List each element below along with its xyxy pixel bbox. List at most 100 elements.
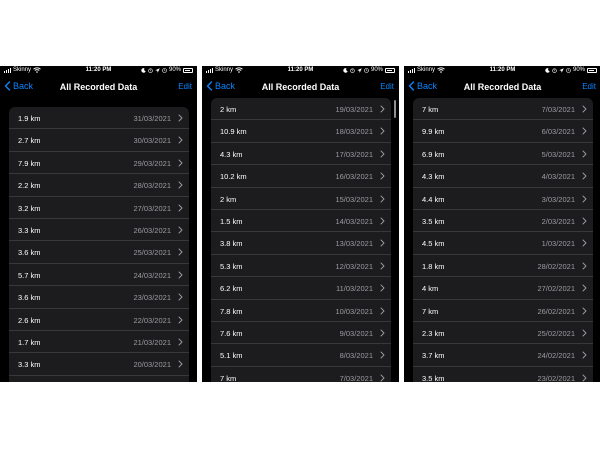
table-row[interactable]: 4 km 27/02/2021 (413, 277, 593, 300)
row-date: 23/03/2021 (133, 293, 171, 303)
chevron-right-icon (380, 127, 385, 135)
row-date: 19/03/2021 (335, 105, 373, 114)
status-bar: Skinny 11:20 PM 90% (202, 66, 399, 76)
battery-icon (587, 67, 597, 73)
chevron-right-icon (582, 307, 587, 314)
row-date: 15/03/2021 (335, 194, 373, 204)
edit-button[interactable]: Edit (178, 82, 192, 91)
table-row[interactable]: 1.5 km 14/03/2021 (211, 210, 391, 233)
table-row[interactable]: 5.3 km 12/03/2021 (211, 255, 391, 278)
moon-icon (343, 67, 348, 73)
table-row[interactable]: 3.8 km 13/03/2021 (211, 232, 391, 255)
edit-button[interactable]: Edit (380, 82, 394, 91)
recorded-data-list: 2 km 19/03/2021 10.9 km 18/03/2021 4.3 k… (211, 98, 391, 382)
table-row[interactable]: 2.6 km 22/03/2021 (9, 309, 189, 331)
row-date: 27/03/2021 (133, 203, 171, 213)
row-date: 16/03/2021 (335, 172, 373, 182)
chevron-right-icon (380, 284, 385, 292)
row-date: 7/03/2021 (339, 373, 373, 382)
row-distance: 5.3 km (220, 261, 243, 271)
chevron-right-icon (380, 374, 385, 382)
table-row[interactable]: 1.7 km 21/03/2021 (9, 331, 189, 354)
table-row[interactable]: 3.2 km 27/03/2021 (9, 197, 189, 219)
row-date: 24/03/2021 (133, 270, 171, 280)
table-row[interactable]: 10.2 km 16/03/2021 (211, 165, 391, 188)
chevron-right-icon (380, 150, 385, 158)
row-distance: 3.6 km (18, 293, 41, 303)
table-row[interactable] (9, 376, 189, 382)
chevron-right-icon (380, 262, 385, 270)
chevron-right-icon (178, 204, 183, 212)
row-distance: 3.5 km (422, 373, 445, 382)
navigation-bar: Back All Recorded Data Edit (0, 76, 197, 98)
row-date: 25/03/2021 (133, 248, 171, 258)
chevron-right-icon (380, 329, 385, 337)
table-row[interactable]: 4.5 km 1/03/2021 (413, 232, 593, 255)
table-row[interactable]: 3.6 km 23/03/2021 (9, 286, 189, 309)
row-distance: 6.9 km (422, 149, 445, 159)
location-icon (357, 67, 362, 73)
row-distance: 4 km (422, 284, 439, 294)
table-row[interactable]: 7 km 7/03/2021 (413, 98, 593, 121)
chevron-right-icon (178, 271, 183, 279)
table-row[interactable]: 10.9 km 18/03/2021 (211, 120, 391, 143)
chevron-right-icon (582, 262, 587, 270)
row-date: 22/03/2021 (133, 315, 171, 325)
chevron-right-icon (582, 195, 587, 203)
table-row[interactable]: 7.6 km 9/03/2021 (211, 322, 391, 345)
moon-icon (141, 67, 146, 73)
status-bar: Skinny 11:20 PM 90% (0, 66, 197, 76)
table-row[interactable]: 2.7 km 30/03/2021 (9, 129, 189, 152)
table-row[interactable]: 7.9 km 29/03/2021 (9, 152, 189, 175)
table-row[interactable]: 3.7 km 24/02/2021 (413, 344, 593, 367)
chevron-right-icon (178, 181, 183, 189)
table-row[interactable]: 2.2 km 28/03/2021 (9, 174, 189, 197)
status-indicators: 90% (545, 67, 597, 73)
edit-button[interactable]: Edit (582, 82, 596, 91)
row-distance: 3.2 km (18, 203, 41, 213)
table-row[interactable]: 6.9 km 5/03/2021 (413, 143, 593, 166)
table-row[interactable]: 3.5 km 23/02/2021 (413, 367, 593, 382)
table-row[interactable]: 7.8 km 10/03/2021 (211, 300, 391, 322)
row-distance: 3.3 km (18, 225, 41, 235)
table-row[interactable]: 3.5 km 2/03/2021 (413, 210, 593, 233)
table-row[interactable]: 3.3 km 20/03/2021 (9, 353, 189, 376)
chevron-right-icon (582, 105, 587, 113)
table-row[interactable]: 7 km 26/02/2021 (413, 300, 593, 322)
table-row[interactable]: 6.2 km 11/03/2021 (211, 277, 391, 300)
row-date: 27/02/2021 (537, 284, 575, 294)
table-row[interactable]: 2 km 19/03/2021 (211, 98, 391, 121)
row-distance: 4.4 km (422, 194, 445, 204)
row-distance: 7 km (422, 105, 439, 114)
table-row[interactable]: 4.4 km 3/03/2021 (413, 188, 593, 210)
table-row[interactable]: 2.3 km 25/02/2021 (413, 322, 593, 345)
chevron-right-icon (380, 217, 385, 225)
row-date: 11/03/2021 (336, 284, 373, 294)
chevron-right-icon (582, 351, 587, 359)
navigation-bar: Back All Recorded Data Edit (404, 76, 600, 98)
moon-icon (545, 67, 550, 73)
table-row[interactable]: 4.3 km 17/03/2021 (211, 143, 391, 166)
scrollbar[interactable] (394, 100, 396, 118)
table-row[interactable]: 1.9 km 31/03/2021 (9, 107, 189, 130)
table-row[interactable]: 3.3 km 26/03/2021 (9, 219, 189, 242)
battery-icon (385, 67, 395, 73)
row-distance: 2 km (220, 105, 237, 114)
table-row[interactable]: 1.8 km 28/02/2021 (413, 255, 593, 278)
row-date: 12/03/2021 (335, 261, 373, 271)
chevron-right-icon (380, 195, 385, 203)
table-row[interactable]: 7 km 7/03/2021 (211, 367, 391, 382)
chevron-right-icon (582, 172, 587, 180)
table-row[interactable]: 2 km 15/03/2021 (211, 188, 391, 210)
table-row[interactable]: 4.3 km 4/03/2021 (413, 165, 593, 188)
table-row[interactable]: 9.9 km 6/03/2021 (413, 120, 593, 143)
screenshot-panel: Skinny 11:20 PM 90% Back All Recorded Da… (404, 66, 600, 382)
battery-percent: 90% (168, 67, 181, 73)
table-row[interactable]: 5.7 km 24/03/2021 (9, 264, 189, 287)
chevron-right-icon (582, 217, 587, 225)
row-date: 4/03/2021 (541, 172, 575, 182)
table-row[interactable]: 3.6 km 25/03/2021 (9, 241, 189, 264)
alarm-clock-icon (364, 67, 369, 73)
table-row[interactable]: 5.1 km 8/03/2021 (211, 344, 391, 367)
row-date: 8/03/2021 (339, 351, 373, 361)
